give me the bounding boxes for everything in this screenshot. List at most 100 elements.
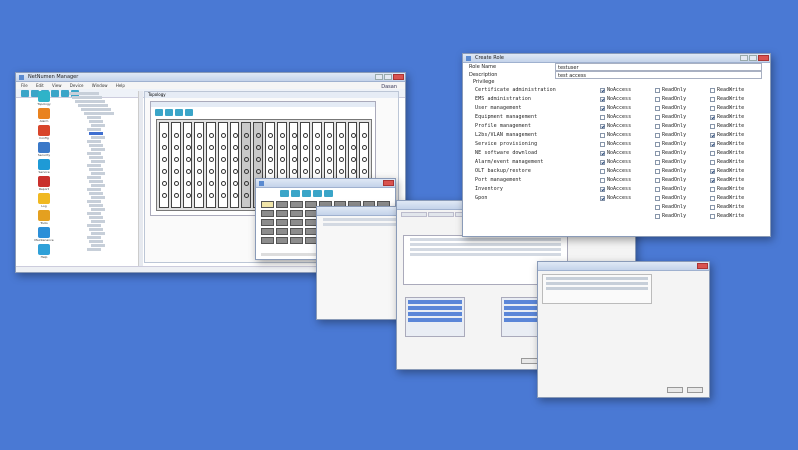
privilege-option-noaccess[interactable]: NoAccess [600,106,631,111]
port-icon[interactable] [220,145,226,150]
menu-edit[interactable]: Edit [36,83,44,88]
role-name-input[interactable]: testuser [555,63,762,71]
tab-topology[interactable]: Topology [145,92,398,98]
checkbox[interactable] [655,187,660,192]
checkbox[interactable] [600,133,605,138]
port-icon[interactable] [232,145,238,150]
port-icon[interactable] [185,145,191,150]
port-icon[interactable] [209,181,215,186]
port-icon[interactable] [244,169,250,174]
table-row[interactable] [408,312,462,316]
port-icon[interactable] [220,157,226,162]
checkbox[interactable] [710,106,715,111]
tree-node[interactable] [91,196,105,199]
port-icon[interactable] [338,169,344,174]
tree-node[interactable] [87,224,101,227]
tree-node[interactable] [78,104,108,107]
port-icon[interactable] [326,133,332,138]
port-icon[interactable] [279,169,285,174]
tree-node[interactable] [91,220,105,223]
privilege-option-noaccess[interactable]: NoAccess [600,160,631,165]
checkbox[interactable] [710,124,715,129]
checkbox[interactable] [600,160,605,165]
privilege-option-readonly[interactable]: ReadOnly [655,187,686,192]
port-icon[interactable] [291,133,297,138]
ok-button[interactable] [667,387,683,393]
checkbox[interactable] [655,205,660,210]
tree-node[interactable] [89,168,103,171]
checkbox[interactable] [655,124,660,129]
privilege-option-readonly[interactable]: ReadOnly [655,178,686,183]
privilege-option-readwrite[interactable]: ReadWrite [710,214,744,219]
tree-node[interactable] [87,140,101,143]
port-cell[interactable] [290,219,303,226]
sidebar-service-icon[interactable] [38,159,50,170]
table-row[interactable] [504,312,538,316]
port-icon[interactable] [362,133,368,138]
tree-node[interactable] [87,152,101,155]
port-icon[interactable] [256,145,262,150]
tree-node[interactable] [81,108,111,111]
maximize-button[interactable] [384,74,392,80]
port-icon[interactable] [350,157,356,162]
port-icon[interactable] [350,145,356,150]
port-icon[interactable] [185,169,191,174]
checkbox[interactable] [600,169,605,174]
port-icon[interactable] [232,169,238,174]
privilege-option-readwrite[interactable]: ReadWrite [710,115,744,120]
table-row[interactable] [408,318,462,322]
tree-node[interactable] [89,120,103,123]
port-cell[interactable] [290,210,303,217]
privilege-option-noaccess[interactable]: NoAccess [600,124,631,129]
checkbox[interactable] [655,115,660,120]
tree-node[interactable] [87,176,101,179]
tree-node[interactable] [91,184,105,187]
tree-node[interactable] [91,160,105,163]
card-tool-button[interactable] [280,190,289,197]
minimize-button[interactable] [740,55,748,61]
port-icon[interactable] [162,145,167,150]
line-card[interactable] [229,122,240,208]
sidebar-topology-icon[interactable] [38,91,50,102]
port-cell[interactable] [275,219,289,226]
checkbox[interactable] [655,142,660,147]
checkbox[interactable] [710,169,715,174]
checkbox[interactable] [600,115,605,120]
privilege-option-readonly[interactable]: ReadOnly [655,151,686,156]
checkbox[interactable] [600,187,605,192]
privilege-option-readwrite[interactable]: ReadWrite [710,178,744,183]
shelf-tool-button[interactable] [155,109,163,116]
menu-help[interactable]: Help [116,83,125,88]
cancel-button[interactable] [687,387,703,393]
checkbox[interactable] [710,196,715,201]
tree-node[interactable] [75,100,105,103]
port-icon[interactable] [279,133,285,138]
menu-device[interactable]: Device [70,83,84,88]
tree-node[interactable] [89,228,103,231]
port-cell[interactable] [290,237,303,244]
port-icon[interactable] [232,181,238,186]
port-cell[interactable] [261,201,274,208]
port-icon[interactable] [244,145,250,150]
line-card[interactable] [182,122,193,208]
port-icon[interactable] [256,133,262,138]
table-row[interactable] [408,306,462,310]
checkbox[interactable] [655,214,660,219]
privilege-option-readwrite[interactable]: ReadWrite [710,151,744,156]
privilege-option-readwrite[interactable]: ReadWrite [710,124,744,129]
port-icon[interactable] [232,133,238,138]
checkbox[interactable] [710,133,715,138]
privilege-option-noaccess[interactable]: NoAccess [600,169,631,174]
description-input[interactable]: test access [555,71,762,79]
tree-node[interactable] [87,164,101,167]
privilege-option-readwrite[interactable]: ReadWrite [710,196,744,201]
table-row[interactable] [504,318,538,322]
line-card[interactable] [206,122,216,208]
sidebar-log-icon[interactable] [38,193,50,204]
privilege-option-noaccess[interactable]: NoAccess [600,133,631,138]
port-cell[interactable] [290,201,303,208]
line-card[interactable] [241,122,252,208]
checkbox[interactable] [600,124,605,129]
privilege-option-readonly[interactable]: ReadOnly [655,196,686,201]
checkbox[interactable] [655,160,660,165]
